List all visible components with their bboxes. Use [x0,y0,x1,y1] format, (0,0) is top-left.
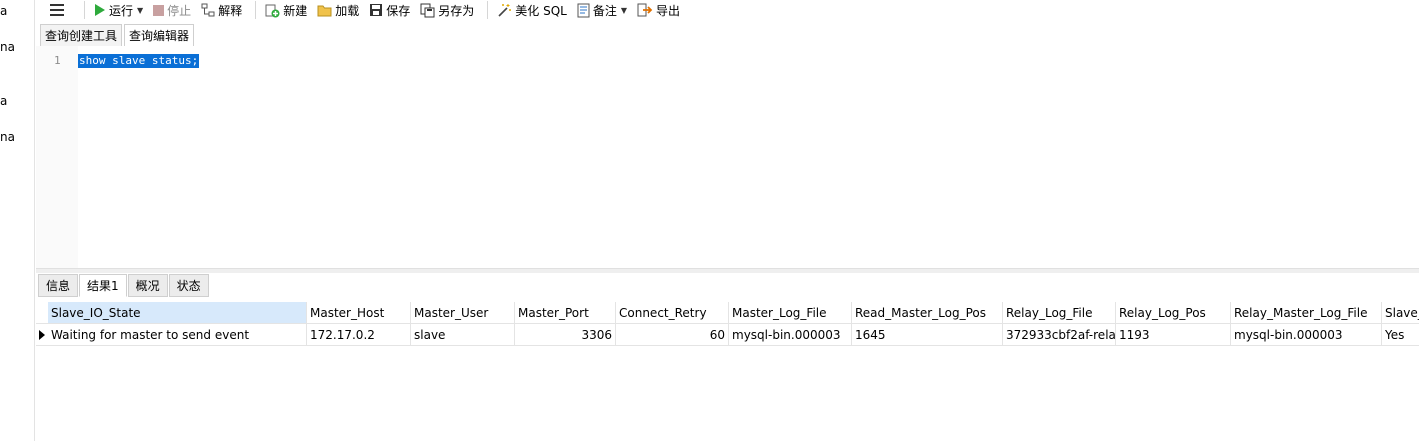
line-number: 1 [54,54,61,67]
column-header[interactable]: Master_User [411,302,515,324]
table-cell[interactable]: Waiting for master to send event [48,324,307,346]
toolbar-separator [255,1,257,19]
current-row-indicator-icon [36,324,48,346]
column-header[interactable]: Relay_Master_Log_File [1231,302,1382,324]
editor-tab-bar: 查询创建工具 查询编辑器 [40,24,196,46]
column-header[interactable]: Read_Master_Log_Pos [852,302,1003,324]
save-button[interactable]: 保存 [366,0,413,20]
beautify-sql-button[interactable]: 美化 SQL [494,0,570,20]
export-button[interactable]: 导出 [634,0,683,20]
line-number-gutter: 1 [36,46,78,268]
table-cell[interactable]: 172.17.0.2 [307,324,411,346]
play-icon [95,4,105,16]
note-icon [577,3,590,17]
save-as-button[interactable]: 另存为 [417,0,477,20]
toolbar-separator [487,1,489,19]
column-header[interactable]: Master_Port [515,302,616,324]
column-header[interactable]: Slave_IO_State [48,302,307,324]
load-label: 加载 [335,3,360,18]
save-label: 保存 [386,3,411,18]
note-button[interactable]: 备注 ▼ [574,0,630,20]
save-as-icon [420,3,435,17]
table-cell[interactable]: slave [411,324,515,346]
column-header[interactable]: Slave_ [1382,302,1419,324]
column-header[interactable]: Relay_Log_File [1003,302,1116,324]
column-header[interactable]: Master_Log_File [729,302,852,324]
table-cell[interactable]: mysql-bin.000003 [1231,324,1382,346]
column-header[interactable]: Master_Host [307,302,411,324]
stop-icon [153,4,165,16]
new-label: 新建 [283,3,308,18]
note-label: 备注 [592,3,617,18]
stop-label: 停止 [167,3,192,18]
result-tab-bar: 信息 结果1 概况 状态 [38,274,210,297]
table-cell[interactable]: Yes [1382,324,1419,346]
magic-wand-icon [498,3,512,17]
export-icon [637,3,653,16]
table-row[interactable]: Waiting for master to send event 172.17.… [36,324,1419,346]
tree-item-fragment[interactable]: a [0,94,7,108]
explain-label: 解释 [218,3,243,18]
explain-icon [201,3,215,17]
tab-status[interactable]: 状态 [168,274,209,297]
query-window: 运行 ▼ 停止 解释 新建 加载 保存 另存为 美化 SQL 备注 ▼ 导出 查… [36,0,1419,441]
tab-query-editor[interactable]: 查询编辑器 [124,24,195,46]
tab-message[interactable]: 信息 [38,274,79,297]
object-tree-panel: a na a na [0,0,35,441]
folder-icon [317,5,332,16]
load-button[interactable]: 加载 [314,0,362,20]
tab-profile[interactable]: 概况 [127,274,168,297]
tree-item-fragment[interactable]: na [0,40,15,54]
row-indicator-header [36,302,48,324]
table-cell[interactable]: 60 [616,324,729,346]
column-header[interactable]: Connect_Retry [616,302,729,324]
chevron-down-icon[interactable]: ▼ [621,6,627,15]
toolbar-separator [84,1,85,19]
run-label: 运行 [109,3,134,18]
save-as-label: 另存为 [438,3,475,18]
query-toolbar: 运行 ▼ 停止 解释 新建 加载 保存 另存为 美化 SQL 备注 ▼ 导出 [36,0,1419,20]
new-query-icon [265,4,280,17]
table-cell[interactable]: 1193 [1116,324,1231,346]
tab-result-1[interactable]: 结果1 [79,274,127,297]
pane-splitter[interactable] [36,268,1419,273]
tab-query-builder[interactable]: 查询创建工具 [40,24,123,46]
table-cell[interactable]: 3306 [515,324,616,346]
save-icon [370,4,383,16]
tree-item-fragment[interactable]: na [0,130,15,144]
table-cell[interactable]: 1645 [852,324,1003,346]
run-button[interactable]: 运行 ▼ [91,0,146,20]
hamburger-icon[interactable] [50,4,64,16]
column-header[interactable]: Relay_Log_Pos [1116,302,1231,324]
explain-button[interactable]: 解释 [198,0,245,20]
table-cell[interactable]: 372933cbf2af-relay [1003,324,1116,346]
new-query-button[interactable]: 新建 [262,0,310,20]
stop-button[interactable]: 停止 [150,0,194,20]
chevron-down-icon[interactable]: ▼ [137,6,143,15]
export-label: 导出 [656,3,681,18]
tree-item-fragment[interactable]: a [0,4,7,18]
grid-header-row: Slave_IO_State Master_Host Master_User M… [36,302,1419,324]
beautify-sql-label: 美化 SQL [515,3,567,18]
table-cell[interactable]: mysql-bin.000003 [729,324,852,346]
sql-code-line[interactable]: show slave status; [78,54,200,68]
sql-editor[interactable]: 1 show slave status; [36,46,1419,268]
